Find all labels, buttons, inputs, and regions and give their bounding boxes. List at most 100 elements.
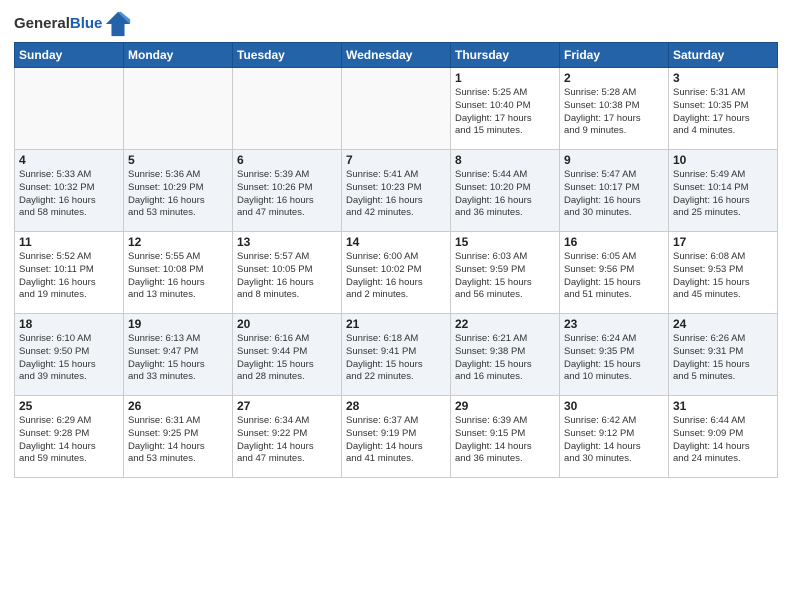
calendar-cell: 9 Sunrise: 5:47 AM Sunset: 10:17 PM Dayli… — [560, 150, 669, 232]
day-info: Sunrise: 6:26 AM Sunset: 9:31 PM Dayligh… — [673, 333, 773, 384]
day-info: Sunrise: 6:03 AM Sunset: 9:59 PM Dayligh… — [455, 251, 555, 302]
day-number: 13 — [237, 235, 337, 249]
calendar-cell: 15 Sunrise: 6:03 AM Sunset: 9:59 PM Dayli… — [451, 232, 560, 314]
calendar-header-row: SundayMondayTuesdayWednesdayThursdayFrid… — [15, 43, 778, 68]
day-info: Sunrise: 5:47 AM Sunset: 10:17 PM Daylig… — [564, 169, 664, 220]
col-header-monday: Monday — [124, 43, 233, 68]
calendar-cell: 8Sunrise: 5:44 AM Sunset: 10:20 PM Dayli… — [451, 150, 560, 232]
day-number: 11 — [19, 235, 119, 249]
calendar-cell: 24 Sunrise: 6:26 AM Sunset: 9:31 PM Dayli… — [669, 314, 778, 396]
day-number: 2 — [564, 71, 664, 85]
calendar-cell: 25 Sunrise: 6:29 AM Sunset: 9:28 PM Dayli… — [15, 396, 124, 478]
col-header-sunday: Sunday — [15, 43, 124, 68]
day-info: Sunrise: 5:36 AM Sunset: 10:29 PM Daylig… — [128, 169, 228, 220]
day-number: 21 — [346, 317, 446, 331]
day-info: Sunrise: 5:57 AM Sunset: 10:05 PM Daylig… — [237, 251, 337, 302]
day-info: Sunrise: 6:18 AM Sunset: 9:41 PM Dayligh… — [346, 333, 446, 384]
calendar-cell: 13 Sunrise: 5:57 AM Sunset: 10:05 PM Dayl… — [233, 232, 342, 314]
calendar-cell: 16 Sunrise: 6:05 AM Sunset: 9:56 PM Dayli… — [560, 232, 669, 314]
logo-text: GeneralBlue — [14, 16, 102, 33]
calendar-cell: 20 Sunrise: 6:16 AM Sunset: 9:44 PM Dayli… — [233, 314, 342, 396]
day-info: Sunrise: 5:55 AM Sunset: 10:08 PM Daylig… — [128, 251, 228, 302]
calendar-cell: 4 Sunrise: 5:33 AM Sunset: 10:32 PM Dayli… — [15, 150, 124, 232]
calendar-cell: 5 Sunrise: 5:36 AM Sunset: 10:29 PM Dayli… — [124, 150, 233, 232]
calendar-cell: 28 Sunrise: 6:37 AM Sunset: 9:19 PM Dayli… — [342, 396, 451, 478]
day-number: 7 — [346, 153, 446, 167]
header: GeneralBlue — [14, 10, 778, 38]
day-number: 20 — [237, 317, 337, 331]
day-number: 9 — [564, 153, 664, 167]
day-number: 5 — [128, 153, 228, 167]
day-number: 3 — [673, 71, 773, 85]
day-info: Sunrise: 6:42 AM Sunset: 9:12 PM Dayligh… — [564, 415, 664, 466]
day-number: 22 — [455, 317, 555, 331]
calendar-cell: 23 Sunrise: 6:24 AM Sunset: 9:35 PM Dayli… — [560, 314, 669, 396]
day-number: 1 — [455, 71, 555, 85]
day-info: Sunrise: 6:08 AM Sunset: 9:53 PM Dayligh… — [673, 251, 773, 302]
day-number: 19 — [128, 317, 228, 331]
calendar-cell: 11 Sunrise: 5:52 AM Sunset: 10:11 PM Dayl… — [15, 232, 124, 314]
day-info: Sunrise: 6:24 AM Sunset: 9:35 PM Dayligh… — [564, 333, 664, 384]
calendar-cell — [233, 68, 342, 150]
day-number: 26 — [128, 399, 228, 413]
day-number: 31 — [673, 399, 773, 413]
day-number: 24 — [673, 317, 773, 331]
calendar-cell: 18Sunrise: 6:10 AM Sunset: 9:50 PM Dayli… — [15, 314, 124, 396]
calendar-cell: 1 Sunrise: 5:25 AM Sunset: 10:40 PM Dayli… — [451, 68, 560, 150]
logo: GeneralBlue — [14, 10, 132, 38]
day-info: Sunrise: 5:52 AM Sunset: 10:11 PM Daylig… — [19, 251, 119, 302]
day-number: 27 — [237, 399, 337, 413]
col-header-saturday: Saturday — [669, 43, 778, 68]
calendar-cell: 29 Sunrise: 6:39 AM Sunset: 9:15 PM Dayli… — [451, 396, 560, 478]
day-info: Sunrise: 6:13 AM Sunset: 9:47 PM Dayligh… — [128, 333, 228, 384]
calendar-cell: 14 Sunrise: 6:00 AM Sunset: 10:02 PM Dayl… — [342, 232, 451, 314]
day-info: Sunrise: 6:29 AM Sunset: 9:28 PM Dayligh… — [19, 415, 119, 466]
day-info: Sunrise: 5:33 AM Sunset: 10:32 PM Daylig… — [19, 169, 119, 220]
day-info: Sunrise: 6:34 AM Sunset: 9:22 PM Dayligh… — [237, 415, 337, 466]
day-info: Sunrise: 6:39 AM Sunset: 9:15 PM Dayligh… — [455, 415, 555, 466]
day-number: 30 — [564, 399, 664, 413]
day-number: 14 — [346, 235, 446, 249]
calendar-cell: 22 Sunrise: 6:21 AM Sunset: 9:38 PM Dayli… — [451, 314, 560, 396]
day-info: Sunrise: 5:25 AM Sunset: 10:40 PM Daylig… — [455, 87, 555, 138]
calendar-cell — [15, 68, 124, 150]
day-info: Sunrise: 6:16 AM Sunset: 9:44 PM Dayligh… — [237, 333, 337, 384]
day-info: Sunrise: 6:31 AM Sunset: 9:25 PM Dayligh… — [128, 415, 228, 466]
day-number: 25 — [19, 399, 119, 413]
day-number: 16 — [564, 235, 664, 249]
day-number: 4 — [19, 153, 119, 167]
day-number: 15 — [455, 235, 555, 249]
day-number: 23 — [564, 317, 664, 331]
calendar-cell: 2Sunrise: 5:28 AM Sunset: 10:38 PM Dayli… — [560, 68, 669, 150]
col-header-thursday: Thursday — [451, 43, 560, 68]
col-header-tuesday: Tuesday — [233, 43, 342, 68]
day-info: Sunrise: 6:05 AM Sunset: 9:56 PM Dayligh… — [564, 251, 664, 302]
day-number: 29 — [455, 399, 555, 413]
day-info: Sunrise: 6:00 AM Sunset: 10:02 PM Daylig… — [346, 251, 446, 302]
day-number: 17 — [673, 235, 773, 249]
calendar-week-2: 4 Sunrise: 5:33 AM Sunset: 10:32 PM Dayli… — [15, 150, 778, 232]
day-info: Sunrise: 5:39 AM Sunset: 10:26 PM Daylig… — [237, 169, 337, 220]
day-info: Sunrise: 6:44 AM Sunset: 9:09 PM Dayligh… — [673, 415, 773, 466]
calendar-week-4: 18Sunrise: 6:10 AM Sunset: 9:50 PM Dayli… — [15, 314, 778, 396]
calendar-cell: 6 Sunrise: 5:39 AM Sunset: 10:26 PM Dayli… — [233, 150, 342, 232]
day-number: 6 — [237, 153, 337, 167]
day-info: Sunrise: 6:10 AM Sunset: 9:50 PM Dayligh… — [19, 333, 119, 384]
day-info: Sunrise: 5:49 AM Sunset: 10:14 PM Daylig… — [673, 169, 773, 220]
day-number: 28 — [346, 399, 446, 413]
logo-icon — [104, 10, 132, 38]
day-number: 12 — [128, 235, 228, 249]
calendar-week-5: 25 Sunrise: 6:29 AM Sunset: 9:28 PM Dayli… — [15, 396, 778, 478]
day-info: Sunrise: 6:21 AM Sunset: 9:38 PM Dayligh… — [455, 333, 555, 384]
calendar-cell: 10Sunrise: 5:49 AM Sunset: 10:14 PM Dayl… — [669, 150, 778, 232]
day-number: 8 — [455, 153, 555, 167]
day-info: Sunrise: 5:31 AM Sunset: 10:35 PM Daylig… — [673, 87, 773, 138]
calendar-cell: 17 Sunrise: 6:08 AM Sunset: 9:53 PM Dayli… — [669, 232, 778, 314]
calendar-cell — [124, 68, 233, 150]
calendar-cell: 3 Sunrise: 5:31 AM Sunset: 10:35 PM Dayli… — [669, 68, 778, 150]
calendar-cell: 7Sunrise: 5:41 AM Sunset: 10:23 PM Dayli… — [342, 150, 451, 232]
calendar-cell: 30 Sunrise: 6:42 AM Sunset: 9:12 PM Dayli… — [560, 396, 669, 478]
calendar-cell: 26 Sunrise: 6:31 AM Sunset: 9:25 PM Dayli… — [124, 396, 233, 478]
calendar-cell: 31 Sunrise: 6:44 AM Sunset: 9:09 PM Dayli… — [669, 396, 778, 478]
day-info: Sunrise: 6:37 AM Sunset: 9:19 PM Dayligh… — [346, 415, 446, 466]
